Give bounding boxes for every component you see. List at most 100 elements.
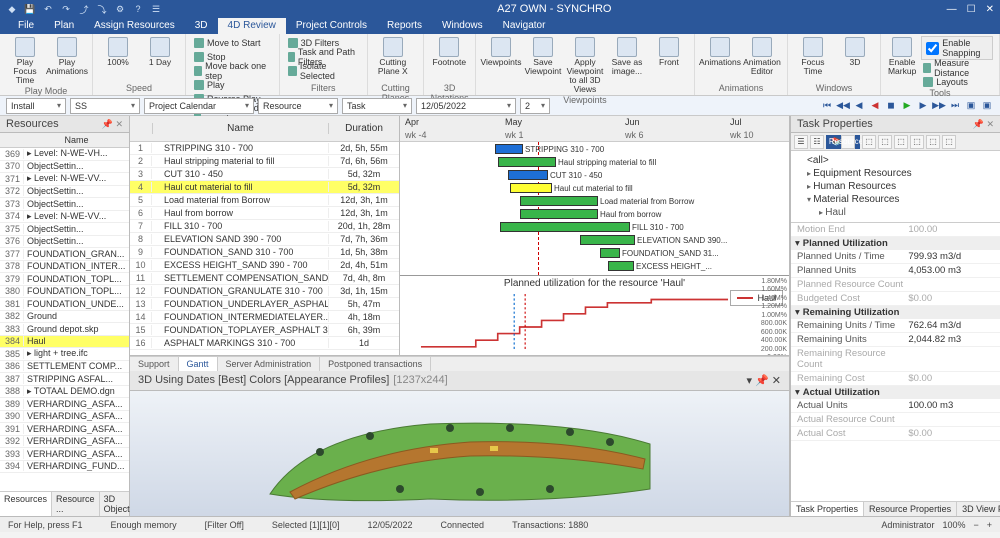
move-back-one-step-button[interactable]: Move back one step — [192, 64, 273, 77]
front-button[interactable]: Front — [650, 36, 688, 68]
resource-row[interactable]: 373 ObjectSettin... — [0, 198, 129, 211]
viewer-pin-icon[interactable]: ▾ 📌 ✕ — [746, 374, 781, 387]
tree-node[interactable]: Equipment Resources — [797, 167, 994, 180]
resource-row[interactable]: 389VERHARDING_ASFA... — [0, 398, 129, 411]
gantt-chart[interactable]: AprMayJunJulwk -4wk 1wk 6wk 10 Planned u… — [400, 116, 789, 355]
cutting-plane-x-button[interactable]: Cutting Plane X — [374, 36, 412, 77]
resource-row[interactable]: 369▸ Level: N-WE-VH... — [0, 148, 129, 161]
stop-icon[interactable]: ◼ — [884, 99, 898, 113]
resource-row[interactable]: 385▸ light + tree.ifc — [0, 348, 129, 361]
step-input[interactable]: 2 — [520, 98, 550, 114]
menu-reports[interactable]: Reports — [377, 18, 432, 34]
prop-row[interactable]: Remaining Units2,044.82 m3 — [791, 333, 1000, 347]
close-button[interactable]: ✕ — [986, 4, 994, 15]
install-dropdown[interactable]: Install — [6, 98, 66, 114]
tree-all[interactable]: <all> — [797, 154, 994, 167]
prop-row[interactable]: Remaining Cost$0.00 — [791, 372, 1000, 386]
tree-node[interactable]: Haul — [797, 206, 994, 219]
tree-node[interactable]: Human Resources — [797, 180, 994, 193]
prop-row[interactable]: Motion End100.00 — [791, 223, 1000, 237]
task-row[interactable]: 5Load material from Borrow12d, 3h, 1m — [130, 194, 399, 207]
task-row[interactable]: 12FOUNDATION_GRANULATE 310 - 7003d, 1h, … — [130, 285, 399, 298]
tab-postponed-transactions[interactable]: Postponed transactions — [320, 357, 431, 371]
task-row[interactable]: 7FILL 310 - 70020d, 1h, 28m — [130, 220, 399, 233]
tree-node[interactable]: Material Resources — [797, 193, 994, 206]
tb-icon[interactable]: ⬚ — [942, 135, 956, 149]
menu-3d[interactable]: 3D — [185, 18, 218, 34]
3d-canvas[interactable] — [130, 391, 789, 516]
measure-distance-button[interactable]: Measure Distance — [921, 61, 993, 74]
prop-row[interactable]: Planned Units / Time799.93 m3/d — [791, 250, 1000, 264]
gantt-bar[interactable]: Haul cut material to fill — [510, 183, 552, 193]
viewpoints-button[interactable]: Viewpoints — [482, 36, 520, 68]
prop-row[interactable]: Planned Units4,053.00 m3 — [791, 264, 1000, 278]
tab-resource-[interactable]: Resource ... — [52, 492, 100, 516]
task-row[interactable]: 10EXCESS HEIGHT_SAND 390 - 7002d, 4h, 51… — [130, 259, 399, 272]
task-dropdown[interactable]: Task — [342, 98, 412, 114]
apply-viewpoint-to-all-3d-views-button[interactable]: Apply Viewpoint to all 3D Views — [566, 36, 604, 95]
col-name[interactable]: Name — [152, 123, 329, 134]
play-icon[interactable]: ▶ — [900, 99, 914, 113]
resource-row[interactable]: 382Ground — [0, 311, 129, 324]
gantt-bar[interactable]: CUT 310 - 450 — [508, 170, 548, 180]
resource-row[interactable]: 370 ObjectSettin... — [0, 161, 129, 174]
resource-row[interactable]: 381FOUNDATION_UNDE... — [0, 298, 129, 311]
animation-editor-button[interactable]: Animation Editor — [743, 36, 781, 77]
save-as-image--button[interactable]: Save as image... — [608, 36, 646, 77]
focus-date-input[interactable]: 12/05/2022 — [416, 98, 516, 114]
1-day-button[interactable]: 1 Day — [141, 36, 179, 68]
minimize-button[interactable]: — — [947, 4, 957, 15]
prop-group[interactable]: ▾ Planned Utilization — [791, 237, 1000, 250]
qat-icon[interactable]: ☰ — [150, 3, 162, 15]
menu-windows[interactable]: Windows — [432, 18, 493, 34]
resource-row[interactable]: 391VERHARDING_ASFA... — [0, 423, 129, 436]
tb-icon[interactable]: ⬚ — [910, 135, 924, 149]
prop-row[interactable]: Actual Cost$0.00 — [791, 427, 1000, 441]
back-icon[interactable]: ◀ — [852, 99, 866, 113]
resource-row[interactable]: 393VERHARDING_ASFA... — [0, 448, 129, 461]
menu-assign-resources[interactable]: Assign Resources — [84, 18, 185, 34]
zoom-in-icon[interactable]: + — [987, 520, 992, 530]
resource-row[interactable]: 374▸ Level: N-WE-VV... — [0, 211, 129, 224]
resource-row[interactable]: 386SETTLEMENT COMP... — [0, 361, 129, 374]
tb-icon[interactable]: ⬚ — [926, 135, 940, 149]
qat-icon[interactable]: ⚙ — [114, 3, 126, 15]
task-row[interactable]: 4Haul cut material to fill5d, 32m — [130, 181, 399, 194]
menu-project-controls[interactable]: Project Controls — [286, 18, 377, 34]
task-row[interactable]: 14FOUNDATION_INTERMEDIATELAYER...4h, 18m — [130, 311, 399, 324]
resource-dropdown[interactable]: Resource — [258, 98, 338, 114]
resource-row[interactable]: 379FOUNDATION_TOPL... — [0, 273, 129, 286]
resource-row[interactable]: 378FOUNDATION_INTER... — [0, 261, 129, 274]
resource-row[interactable]: 380FOUNDATION_TOPL... — [0, 286, 129, 299]
prop-group[interactable]: ▾ Actual Utilization — [791, 386, 1000, 399]
menu-plan[interactable]: Plan — [44, 18, 84, 34]
calendar-dropdown[interactable]: Project Calendar — [144, 98, 254, 114]
task-row[interactable]: 15FOUNDATION_TOPLAYER_ASPHALT 3...6h, 39… — [130, 324, 399, 337]
tab-server-administration[interactable]: Server Administration — [218, 357, 321, 371]
play-button[interactable]: Play — [192, 78, 273, 91]
task-row[interactable]: 6Haul from borrow12d, 3h, 1m — [130, 207, 399, 220]
gantt-bar[interactable]: ELEVATION SAND 390... — [580, 235, 635, 245]
task-row[interactable]: 3CUT 310 - 4505d, 32m — [130, 168, 399, 181]
step-back-icon[interactable]: ◀◀ — [836, 99, 850, 113]
extra-icon[interactable]: ▣ — [980, 99, 994, 113]
prop-row[interactable]: Actual Resource Count — [791, 413, 1000, 427]
prop-row[interactable]: Planned Resource Count — [791, 278, 1000, 292]
menu-navigator[interactable]: Navigator — [493, 18, 556, 34]
gantt-bar[interactable]: Haul from borrow — [520, 209, 598, 219]
tb-icon[interactable]: ☷ — [810, 135, 824, 149]
tb-icon[interactable]: ⬚ — [878, 135, 892, 149]
gantt-bar[interactable]: EXCESS HEIGHT_... — [608, 261, 634, 271]
resource-row[interactable]: 390VERHARDING_ASFA... — [0, 411, 129, 424]
move-to-start-button[interactable]: Move to Start — [192, 36, 273, 49]
step-forward-icon[interactable]: ▶▶ — [932, 99, 946, 113]
maximize-button[interactable]: ☐ — [967, 4, 976, 15]
col-name[interactable]: Name — [24, 133, 129, 147]
task-row[interactable]: 1STRIPPING 310 - 7002d, 5h, 55m — [130, 142, 399, 155]
play-reverse-icon[interactable]: ◀ — [868, 99, 882, 113]
focus-time-button[interactable]: Focus Time — [794, 36, 832, 77]
tab-resource-properties[interactable]: Resource Properties — [864, 502, 957, 516]
tb-icon[interactable]: ⬚ — [862, 135, 876, 149]
task-row[interactable]: 11SETTLEMENT COMPENSATION_SAND...7d, 4h,… — [130, 272, 399, 285]
qat-icon[interactable]: ⤴ — [78, 3, 90, 15]
